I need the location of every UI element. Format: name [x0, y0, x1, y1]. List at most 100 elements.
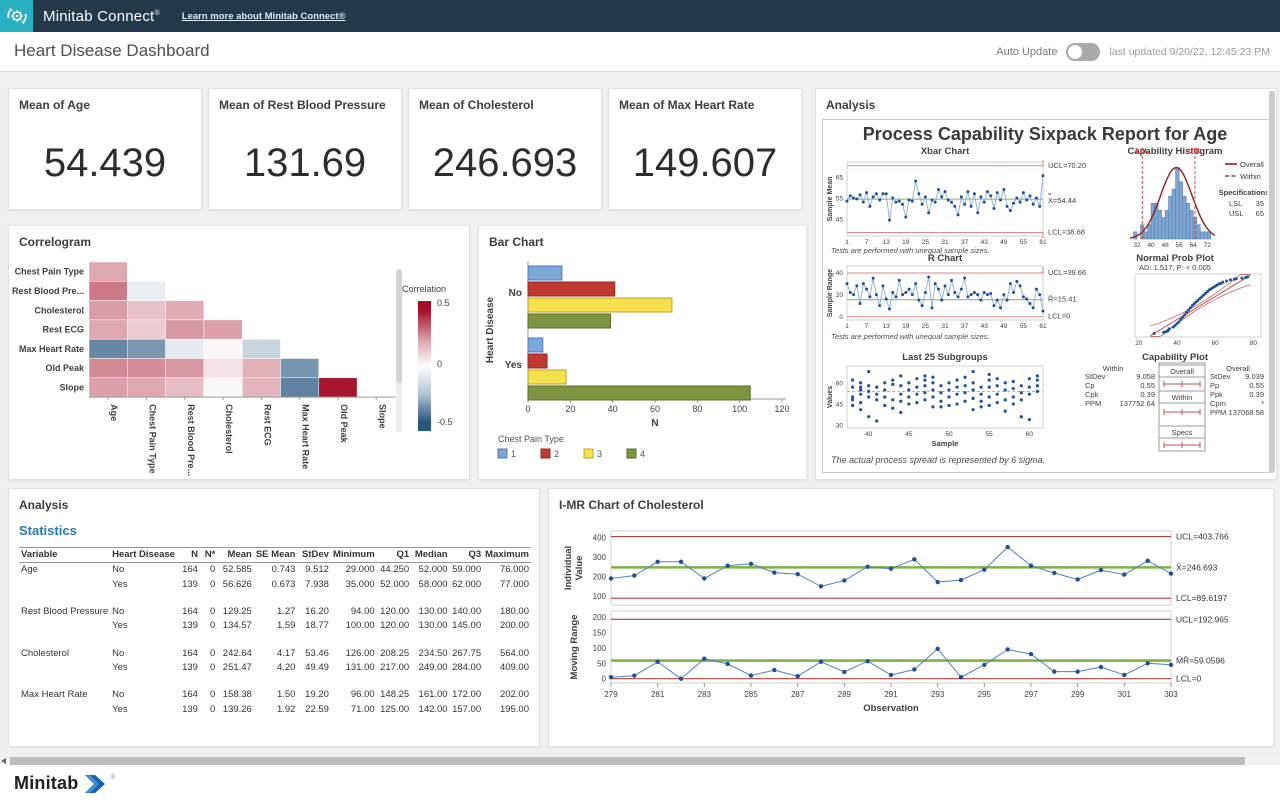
data-point — [960, 288, 963, 291]
data-point — [1177, 320, 1180, 323]
sixpack-scrollbar-thumb[interactable] — [1269, 91, 1275, 473]
x-tick-label: 291 — [884, 690, 898, 699]
data-point — [1187, 309, 1190, 312]
data-point — [923, 398, 926, 401]
kpi-label: Mean of Max Heart Rate — [619, 98, 754, 112]
data-point — [895, 295, 898, 298]
heatmap-cell — [89, 378, 127, 397]
x-tick-label: 303 — [1164, 690, 1178, 699]
data-point — [1179, 318, 1182, 321]
within-stat-value: 137752.64 — [1120, 399, 1155, 408]
stats-row: Rest Blood PressureNo1640129.251.2716.20… — [19, 605, 531, 619]
data-point — [899, 400, 902, 403]
stats-cell: 0.673 — [254, 578, 298, 592]
data-point — [891, 196, 894, 199]
data-point — [931, 388, 934, 391]
x-tick-label: 49 — [1000, 239, 1008, 246]
data-point — [955, 386, 958, 389]
data-point — [939, 391, 942, 394]
kpi-card-mean-mhr: Mean of Max Heart Rate 149.607 — [608, 88, 802, 210]
data-point — [846, 282, 849, 285]
data-point — [939, 384, 942, 387]
heatmap-cell — [127, 359, 165, 378]
data-point — [1036, 390, 1039, 393]
data-point — [1005, 647, 1009, 651]
data-point — [972, 388, 975, 391]
x-tick-label: 287 — [791, 690, 805, 699]
data-point — [899, 374, 902, 377]
row-label: Rest Blood Pre... — [12, 286, 84, 296]
sixpack-chart[interactable]: Process Capability Sixpack Report for Ag… — [823, 120, 1267, 470]
data-point — [960, 195, 963, 198]
x-tick-label: 295 — [978, 690, 992, 699]
data-point — [859, 393, 862, 396]
stats-cell: 195.00 — [483, 703, 531, 717]
mean-label: M̄R̄=59.0596 — [1176, 656, 1225, 666]
x-tick-label: 40 — [865, 431, 873, 438]
data-point — [1035, 196, 1038, 199]
data-point — [915, 386, 918, 389]
stats-cell: 172.00 — [450, 688, 484, 702]
data-point — [875, 192, 878, 195]
hist-bar — [1165, 210, 1169, 239]
data-point — [655, 560, 659, 564]
data-point — [851, 404, 854, 407]
stats-cell: 62.000 — [450, 578, 484, 592]
stats-cell: 267.75 — [450, 647, 484, 661]
row-label: Max Heart Rate — [19, 344, 84, 354]
stats-cell: 134.57 — [217, 619, 254, 633]
stats-cell: 164 — [177, 688, 200, 702]
scroll-left-arrow-icon[interactable] — [1, 758, 6, 764]
stats-row: AgeNo164052.5850.7439.51229.00044.25052.… — [19, 563, 531, 578]
data-point — [1009, 209, 1012, 212]
stats-row: Yes1390251.474.2049.49131.00217.00249.00… — [19, 661, 531, 675]
imr-chart[interactable]: 100200300400UCL=403.766X̄=246.693LCL=89.… — [549, 513, 1273, 743]
data-point — [859, 388, 862, 391]
stats-col-header: SE Mean — [254, 548, 298, 563]
data-point — [999, 199, 1002, 202]
horizontal-scrollbar[interactable] — [0, 757, 1280, 765]
data-point — [875, 419, 878, 422]
y-axis-title: Moving Range — [569, 615, 580, 680]
data-point — [851, 378, 854, 381]
auto-update-toggle[interactable] — [1066, 43, 1100, 61]
stats-cell: 142.00 — [411, 703, 449, 717]
data-point — [976, 211, 979, 214]
sixpack-analysis-panel: Analysis Process Capability Sixpack Repo… — [815, 88, 1277, 480]
data-point — [959, 675, 963, 679]
data-point — [1015, 196, 1018, 199]
bar-chart[interactable]: 020406080100120NHeart DiseaseNoYesChest … — [479, 250, 806, 479]
lcl-label: LCL=0 — [1048, 312, 1070, 321]
minitab-footer-logo[interactable]: Minitab ® — [14, 773, 116, 794]
stats-cell: No — [110, 605, 177, 619]
heatmap-cell — [281, 359, 319, 378]
category-label: No — [509, 288, 522, 299]
stats-cell: 145.00 — [450, 619, 484, 633]
stats-cell: 71.00 — [331, 703, 377, 717]
toggle-knob — [1068, 45, 1082, 59]
stats-col-header: Median — [411, 548, 449, 563]
data-point — [795, 674, 799, 678]
statistics-section-link[interactable]: Statistics — [19, 523, 77, 538]
x-tick-label: 299 — [1071, 690, 1085, 699]
ucl-label: UCL=403.766 — [1176, 532, 1229, 542]
row-label: Rest ECG — [42, 325, 84, 335]
stats-cell: 0 — [200, 563, 217, 578]
sixpack-report: Process Capability Sixpack Report for Ag… — [822, 119, 1270, 473]
data-point — [901, 293, 904, 296]
lcl-label: LCL=0 — [1176, 674, 1202, 684]
minitab-connect-logo[interactable] — [0, 0, 33, 32]
y-tick-label: 400 — [593, 533, 607, 542]
data-point — [679, 560, 683, 564]
stats-cell: 164 — [177, 605, 200, 619]
y-tick-label: 55 — [836, 195, 844, 202]
learn-more-link[interactable]: Learn more about Minitab Connect® — [182, 11, 346, 22]
data-point — [609, 576, 613, 580]
xbar-footnote: Tests are performed with unequal sample … — [831, 246, 990, 255]
data-point — [1035, 288, 1038, 291]
stats-row: Yes139056.6260.6737.93835.00052.00058.00… — [19, 578, 531, 592]
heatmap-cell — [89, 262, 127, 281]
top-bar: Minitab Connect® Learn more about Minita… — [0, 0, 1280, 32]
stats-cell: 53.46 — [297, 647, 331, 661]
horizontal-scrollbar-thumb[interactable] — [10, 757, 1245, 765]
